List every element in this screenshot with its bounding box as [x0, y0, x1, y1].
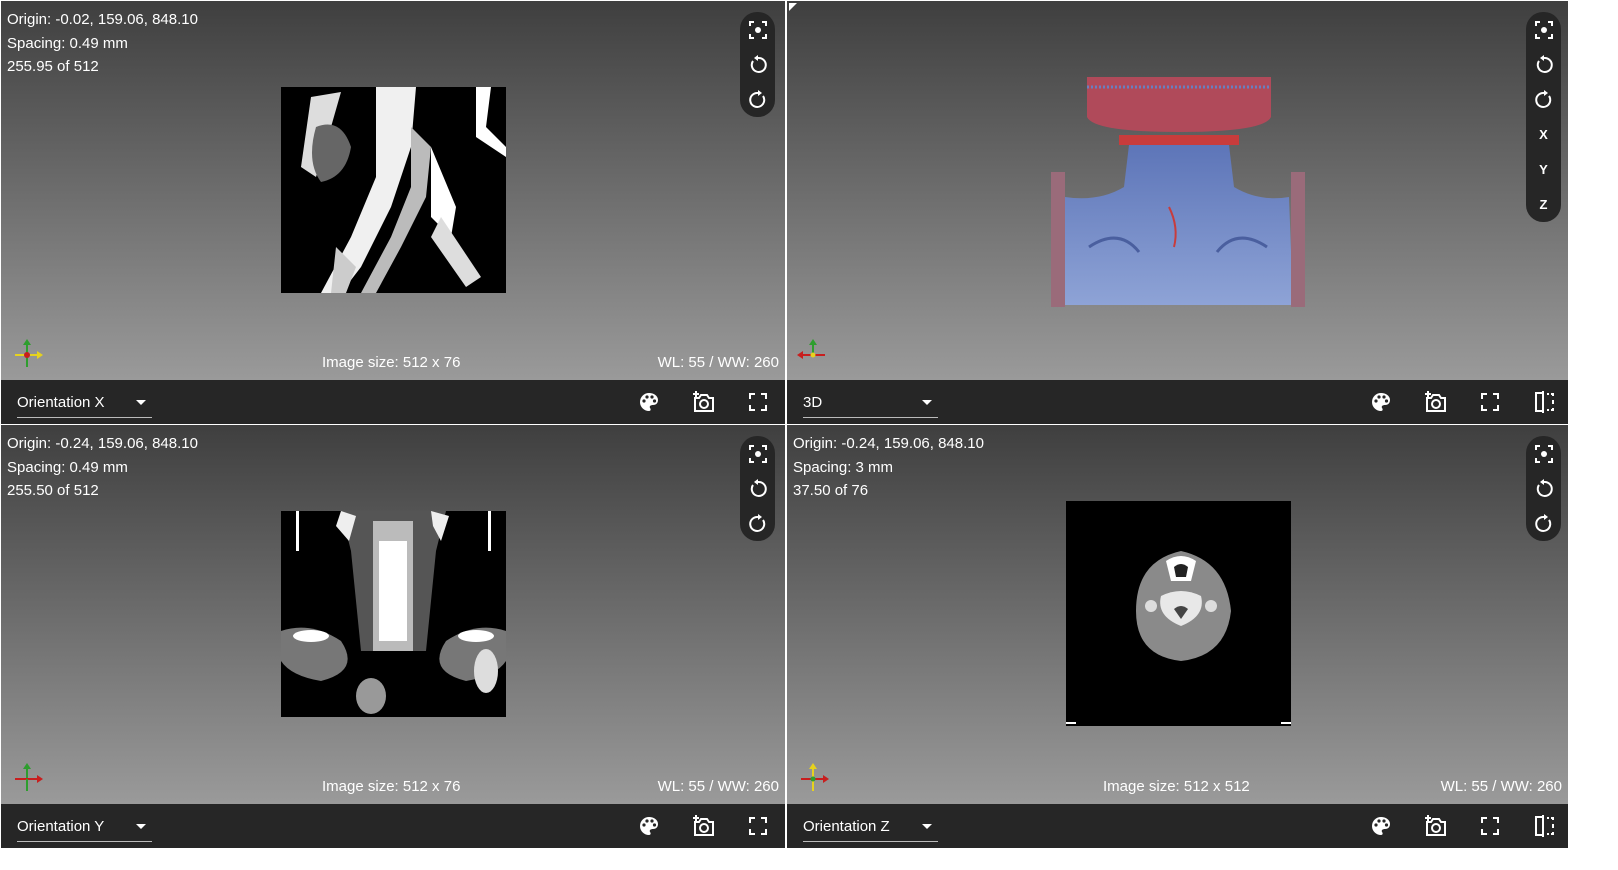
- viewport-3d[interactable]: X Y Z 3D: [787, 1, 1568, 424]
- view-mode-select[interactable]: 3D: [803, 391, 938, 418]
- image-size-text: Image size: 512 x 76: [322, 354, 461, 371]
- orientation-select-value: Orientation Z: [803, 818, 890, 835]
- orientation-select[interactable]: Orientation Z: [803, 815, 938, 842]
- axis-y-button[interactable]: Y: [1526, 152, 1561, 187]
- rotate-right-icon[interactable]: [740, 82, 775, 117]
- focus-icon[interactable]: [1526, 436, 1561, 471]
- slice-position-text: 255.50 of 512: [7, 482, 99, 499]
- view-toolbar: 3D: [787, 380, 1568, 424]
- view-toolbar: Orientation Z: [787, 804, 1568, 848]
- palette-icon[interactable]: [1369, 390, 1393, 414]
- camera-icon[interactable]: [692, 390, 716, 414]
- focus-icon[interactable]: [1526, 12, 1561, 47]
- orientation-axes-icon: [801, 763, 829, 791]
- viewport-canvas[interactable]: Origin: -0.24, 159.06, 848.10 Spacing: 3…: [787, 425, 1568, 804]
- view-toolbar: Orientation X: [1, 380, 785, 424]
- origin-text: Origin: -0.24, 159.06, 848.10: [7, 435, 198, 452]
- view-mode-select-value: 3D: [803, 394, 823, 411]
- slice-position-text: 255.95 of 512: [7, 58, 99, 75]
- viewport-canvas[interactable]: Origin: -0.02, 159.06, 848.10 Spacing: 0…: [1, 1, 785, 380]
- orientation-axes-icon: [15, 763, 43, 791]
- rotate-left-icon[interactable]: [1526, 471, 1561, 506]
- fullscreen-icon[interactable]: [1478, 390, 1502, 414]
- rotate-left-icon[interactable]: [740, 471, 775, 506]
- orientation-select-value: Orientation Y: [17, 818, 105, 835]
- image-size-text: Image size: 512 x 512: [1103, 778, 1250, 795]
- viewport-canvas[interactable]: Origin: -0.24, 159.06, 848.10 Spacing: 0…: [1, 425, 785, 804]
- viewport-orientation-x[interactable]: Origin: -0.02, 159.06, 848.10 Spacing: 0…: [1, 1, 785, 424]
- focus-icon[interactable]: [740, 436, 775, 471]
- ct-coronal-image: [281, 511, 506, 717]
- spacing-text: Spacing: 0.49 mm: [7, 34, 128, 52]
- window-level-text: WL: 55 / WW: 260: [657, 354, 779, 371]
- rotate-right-icon[interactable]: [740, 506, 775, 541]
- ct-axial-image: [1066, 501, 1291, 726]
- orientation-select-value: Orientation X: [17, 394, 105, 411]
- slice-info: Origin: -0.02, 159.06, 848.10 Spacing: 0…: [7, 8, 198, 79]
- axis-z-button[interactable]: Z: [1526, 187, 1561, 222]
- palette-icon[interactable]: [1369, 814, 1393, 838]
- viewport-orientation-y[interactable]: Origin: -0.24, 159.06, 848.10 Spacing: 0…: [1, 425, 785, 848]
- origin-text: Origin: -0.02, 159.06, 848.10: [7, 11, 198, 28]
- split-view-icon[interactable]: [1532, 814, 1556, 838]
- view-tools: [740, 436, 775, 541]
- corner-marker: [789, 3, 797, 11]
- chevron-down-icon: [136, 824, 146, 829]
- viewport-canvas[interactable]: X Y Z: [787, 1, 1568, 380]
- origin-text: Origin: -0.24, 159.06, 848.10: [793, 435, 984, 452]
- split-view-icon[interactable]: [1532, 390, 1556, 414]
- orientation-axes-icon: [15, 339, 43, 367]
- rotate-left-icon[interactable]: [1526, 47, 1561, 82]
- slice-info: Origin: -0.24, 159.06, 848.10 Spacing: 3…: [793, 432, 984, 503]
- rotate-right-icon[interactable]: [1526, 506, 1561, 541]
- fullscreen-icon[interactable]: [1478, 814, 1502, 838]
- orientation-select[interactable]: Orientation X: [17, 391, 152, 418]
- palette-icon[interactable]: [637, 390, 661, 414]
- chevron-down-icon: [922, 400, 932, 405]
- camera-icon[interactable]: [1424, 814, 1448, 838]
- view-tools: [1526, 436, 1561, 541]
- viewport-orientation-z[interactable]: Origin: -0.24, 159.06, 848.10 Spacing: 3…: [787, 425, 1568, 848]
- camera-icon[interactable]: [692, 814, 716, 838]
- palette-icon[interactable]: [637, 814, 661, 838]
- view-toolbar: Orientation Y: [1, 804, 785, 848]
- window-level-text: WL: 55 / WW: 260: [1440, 778, 1562, 795]
- image-size-text: Image size: 512 x 76: [322, 778, 461, 795]
- spacing-text: Spacing: 0.49 mm: [7, 458, 128, 476]
- rotate-right-icon[interactable]: [1526, 82, 1561, 117]
- ct-sagittal-image: [281, 87, 506, 293]
- slice-position-text: 37.50 of 76: [793, 482, 869, 499]
- window-level-text: WL: 55 / WW: 260: [657, 778, 779, 795]
- camera-icon[interactable]: [1424, 390, 1448, 414]
- view-tools: [740, 12, 775, 117]
- axis-x-button[interactable]: X: [1526, 117, 1561, 152]
- fullscreen-icon[interactable]: [746, 390, 770, 414]
- focus-icon[interactable]: [740, 12, 775, 47]
- rotate-left-icon[interactable]: [740, 47, 775, 82]
- chevron-down-icon: [922, 824, 932, 829]
- slice-info: Origin: -0.24, 159.06, 848.10 Spacing: 0…: [7, 432, 198, 503]
- chevron-down-icon: [136, 400, 146, 405]
- 3d-volume-render-image: [1051, 77, 1305, 307]
- orientation-select[interactable]: Orientation Y: [17, 815, 152, 842]
- fullscreen-icon[interactable]: [746, 814, 770, 838]
- spacing-text: Spacing: 3 mm: [793, 458, 894, 476]
- view-tools: X Y Z: [1526, 12, 1561, 222]
- orientation-axes-icon: [797, 339, 825, 359]
